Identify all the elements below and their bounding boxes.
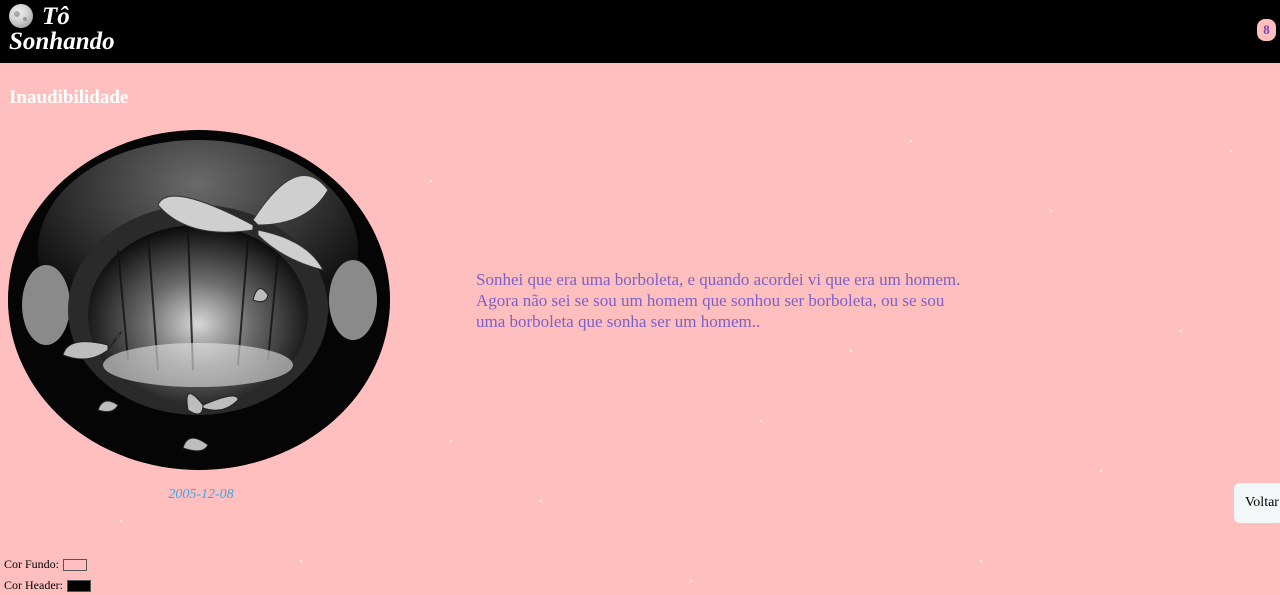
site-title-line1: Tô — [42, 3, 70, 30]
post-text-line: uma borboleta que sonha ser um homem.. — [476, 312, 761, 331]
post-title: Inaudibilidade — [9, 87, 129, 108]
header-color-picker[interactable] — [66, 579, 91, 592]
post-text: Sonhei que era uma borboleta, e quando a… — [476, 269, 976, 332]
site-title[interactable]: Tô Sonhando — [9, 4, 115, 54]
surreal-face-butterflies-image — [8, 130, 390, 470]
header-color-label: Cor Header: — [4, 578, 63, 592]
bg-color-setting: Cor Fundo: — [4, 557, 88, 572]
bg-color-label: Cor Fundo: — [4, 557, 60, 571]
back-button[interactable]: Voltar — [1234, 483, 1280, 523]
site-title-line2: Sonhando — [9, 28, 115, 55]
site-header: Tô Sonhando 8 — [0, 0, 1280, 63]
post-text-line: Sonhei que era uma borboleta, e quando a… — [476, 270, 961, 289]
visit-counter-badge: 8 — [1257, 19, 1276, 41]
header-color-setting: Cor Header: — [4, 578, 91, 593]
post-date: 2005-12-08 — [168, 487, 234, 502]
post-text-line: Agora não sei se sou um homem que sonhou… — [476, 291, 945, 310]
bg-color-picker[interactable] — [63, 558, 88, 571]
